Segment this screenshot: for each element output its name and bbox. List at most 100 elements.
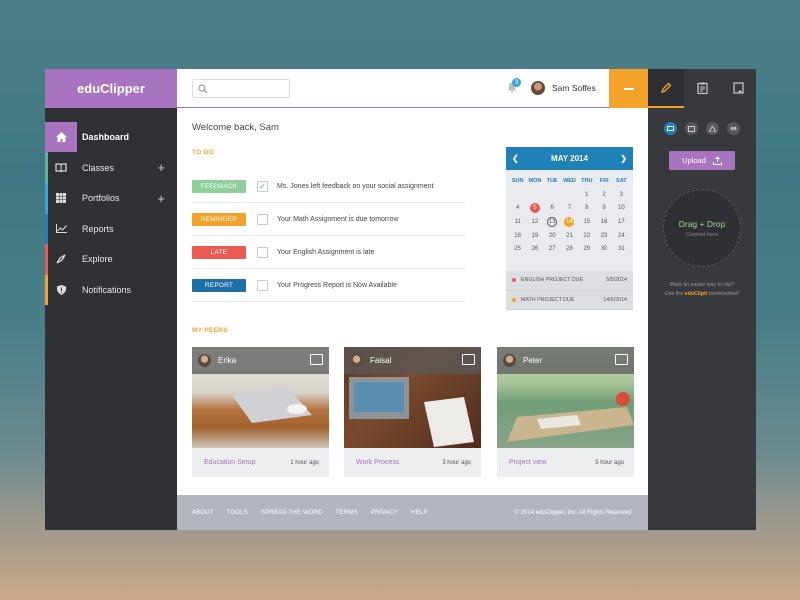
tab-clipboard[interactable] — [684, 69, 720, 108]
calendar-event[interactable]: ENGLISH PROJECT DUE 5/5/2014 — [506, 271, 633, 291]
peer-card[interactable]: Erika Education Setup 1 hour ago — [192, 347, 329, 477]
calendar-day[interactable]: 24 — [613, 229, 630, 243]
calendar-grid: SUN MON TUE WED THU FRI SAT 1 2 3 4 5 6 7 8 9 10 11 12 13 14… — [506, 170, 633, 256]
app-logo[interactable]: eduClipper — [45, 69, 177, 108]
sidebar-item-notifications[interactable]: Notifications — [45, 274, 177, 305]
todo-checkbox[interactable] — [257, 279, 268, 291]
source-selector — [648, 122, 756, 135]
calendar-day[interactable]: 30 — [595, 242, 612, 256]
calendar-day[interactable]: 26 — [526, 242, 543, 256]
window-icon[interactable] — [685, 122, 698, 135]
calendar-day[interactable]: 9 — [595, 201, 612, 215]
sidebar-item-dashboard[interactable]: Dashboard — [45, 122, 177, 153]
peers-section-title: MY PEERS — [192, 327, 228, 334]
calendar-empty — [561, 188, 578, 202]
sidebar-item-label: Portfolios — [82, 193, 120, 204]
search-input[interactable] — [192, 79, 290, 98]
calendar-event[interactable]: MATH PROJECT DUE 14/5/2014 — [506, 291, 633, 310]
calendar-day[interactable]: 4 — [509, 201, 526, 215]
peer-link[interactable]: Work Process — [356, 459, 399, 466]
top-bar: 3 Sam Soffes — [177, 69, 648, 108]
calendar-day[interactable]: 23 — [595, 229, 612, 243]
peer-link[interactable]: Education Setup — [204, 459, 255, 466]
todo-text: Your English Assignment is late — [277, 248, 375, 256]
todo-checkbox[interactable]: ✓ — [257, 180, 268, 192]
avatar[interactable] — [531, 81, 545, 95]
calendar-day[interactable]: 14 — [561, 215, 578, 229]
calendar-weekday: SAT — [616, 177, 627, 184]
peer-card[interactable]: Peter Project view 5 hour ago — [497, 347, 634, 477]
calendar-day[interactable]: 13 — [544, 215, 561, 229]
footer-link-help[interactable]: HELP — [411, 510, 427, 516]
calendar-day[interactable]: 28 — [561, 242, 578, 256]
todo-item: LATE Your English Assignment is late — [192, 236, 465, 269]
footer-link-tools[interactable]: TOOLS — [227, 510, 248, 516]
calendar-day[interactable]: 17 — [613, 215, 630, 229]
footer-link-about[interactable]: ABOUT — [192, 510, 214, 516]
calendar-day[interactable]: 3 — [613, 188, 630, 202]
calendar-day[interactable]: 20 — [544, 229, 561, 243]
calendar-weekday: MON — [528, 177, 542, 184]
footer-link-terms[interactable]: TERMS — [336, 510, 358, 516]
peer-image: Faisal — [344, 347, 481, 448]
calendar-day[interactable]: 31 — [613, 242, 630, 256]
chevron-left-icon[interactable]: ❮ — [512, 154, 519, 163]
calendar-day[interactable]: 25 — [509, 242, 526, 256]
sidebar-item-explore[interactable]: Explore — [45, 244, 177, 275]
footer-link-spread[interactable]: SPREAD THE WORD — [261, 510, 323, 516]
todo-checkbox[interactable] — [257, 213, 268, 225]
notification-badge: 3 — [512, 78, 521, 87]
status-badge: REPORT — [192, 278, 246, 292]
menu-button[interactable] — [609, 69, 648, 108]
calendar-day[interactable]: 1 — [578, 188, 595, 202]
calendar-day[interactable]: 19 — [526, 229, 543, 243]
calendar-day[interactable]: 12 — [526, 215, 543, 229]
calendar-day[interactable]: 2 — [595, 188, 612, 202]
tab-add[interactable] — [720, 69, 756, 108]
calendar-weekday: FRI — [599, 177, 609, 184]
calendar-day[interactable]: 10 — [613, 201, 630, 215]
item-color-bar — [45, 183, 48, 214]
calendar-day[interactable]: 29 — [578, 242, 595, 256]
user-name[interactable]: Sam Soffes — [552, 83, 596, 93]
monitor-icon — [462, 354, 475, 365]
calendar-day[interactable]: 18 — [509, 229, 526, 243]
upload-button[interactable]: Upload — [669, 151, 735, 170]
tab-clip[interactable] — [648, 69, 684, 108]
item-color-bar — [45, 122, 48, 153]
peer-link[interactable]: Project view — [509, 459, 547, 466]
sidebar-item-reports[interactable]: Reports — [45, 213, 177, 244]
drive-icon[interactable] — [706, 122, 719, 135]
todo-text: Your Progress Report is Now Available — [277, 281, 397, 289]
sidebar-item-portfolios[interactable]: Portfolios + — [45, 183, 177, 214]
bookmarklet-hint: Want an easier way to clip? Use the eduC… — [648, 281, 756, 299]
calendar-day[interactable]: 22 — [578, 229, 595, 243]
todo-text: Your Math Assignment is due tomorrow — [277, 215, 399, 223]
peer-card[interactable]: Faisal Work Process 3 hour ago — [344, 347, 481, 477]
calendar-day[interactable]: 6 — [544, 201, 561, 215]
calendar-day[interactable]: 21 — [561, 229, 578, 243]
todo-section-title: TO DO — [192, 149, 214, 156]
calendar-day[interactable]: 8 — [578, 201, 595, 215]
calendar-day[interactable]: 7 — [561, 201, 578, 215]
calendar-day[interactable]: 16 — [595, 215, 612, 229]
todo-text: Ms. Jones left feedback on your social a… — [277, 182, 434, 190]
footer-link-privacy[interactable]: PRIVACY — [371, 510, 398, 516]
bookmarklet-link[interactable]: eduClipit — [685, 291, 708, 297]
event-date: 5/5/2014 — [606, 277, 627, 284]
dropbox-icon[interactable] — [727, 122, 740, 135]
calendar-day[interactable]: 5 — [526, 201, 543, 215]
calendar-day[interactable]: 15 — [578, 215, 595, 229]
chart-icon — [45, 214, 77, 244]
add-class-button[interactable]: + — [157, 160, 165, 175]
item-color-bar — [45, 152, 48, 183]
chevron-right-icon[interactable]: ❯ — [620, 154, 627, 163]
calendar-day[interactable]: 27 — [544, 242, 561, 256]
drop-zone[interactable]: Drag + Drop Content here — [663, 189, 741, 267]
sidebar-item-classes[interactable]: Classes + — [45, 152, 177, 183]
todo-checkbox[interactable] — [257, 246, 268, 258]
calendar-day[interactable]: 11 — [509, 215, 526, 229]
desktop-icon[interactable] — [664, 122, 677, 135]
calendar-empty — [526, 188, 543, 202]
add-portfolio-button[interactable]: + — [157, 191, 165, 206]
